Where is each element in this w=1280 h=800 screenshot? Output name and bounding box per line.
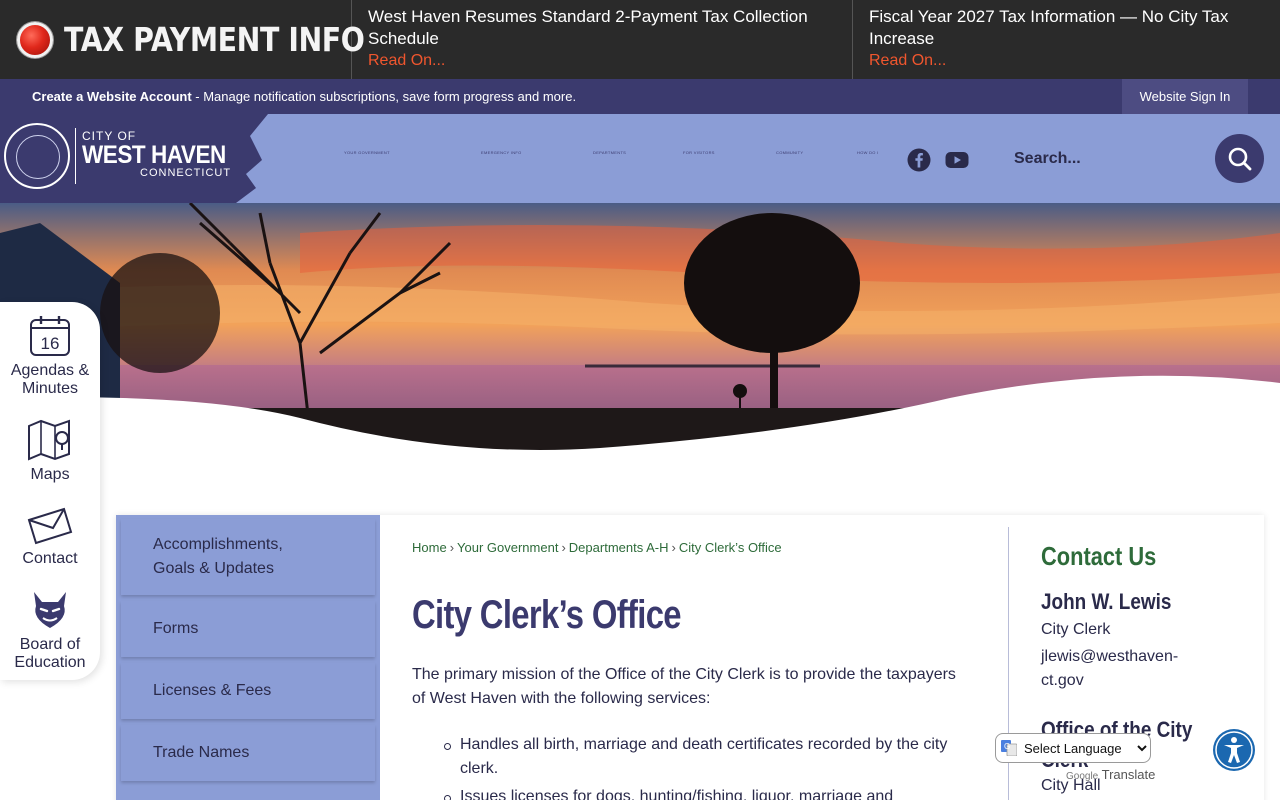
breadcrumb-current-page[interactable]: City Clerk’s Office xyxy=(679,540,782,555)
account-description: - Manage notification subscriptions, sav… xyxy=(191,89,577,104)
nav-how-do-i[interactable]: HOW DO I xyxy=(857,150,879,155)
account-message: Create a Website Account - Manage notifi… xyxy=(32,89,576,104)
language-select[interactable]: Select Language xyxy=(1020,739,1150,757)
nav-community[interactable]: COMMUNITY xyxy=(776,150,803,155)
breadcrumb-separator: › xyxy=(671,540,676,555)
account-bar: Create a Website Account - Manage notifi… xyxy=(0,79,1280,114)
svg-text:G: G xyxy=(1004,742,1010,751)
alert-read-on-link[interactable]: Read On... xyxy=(368,52,836,70)
services-list: Handles all birth, marriage and death ce… xyxy=(444,733,980,800)
nav-for-visitors[interactable]: FOR VISITORS xyxy=(683,150,715,155)
nav-departments[interactable]: DEPARTMENTS xyxy=(593,150,626,155)
city-seal-icon xyxy=(4,123,70,189)
contact-email-link[interactable]: jlewis@westhaven-ct.gov xyxy=(1041,645,1211,693)
alert-item-text: West Haven Resumes Standard 2-Payment Ta… xyxy=(368,7,808,48)
sidenav-item-forms[interactable]: Forms xyxy=(121,601,375,657)
quicklink-label: Board of Education xyxy=(14,636,86,671)
quicklink-contact[interactable]: Contact xyxy=(0,506,100,568)
alert-item[interactable]: West Haven Resumes Standard 2-Payment Ta… xyxy=(352,0,853,79)
translate-powered-by: Google Translate xyxy=(1066,767,1155,782)
services-list-item: Issues licenses for dogs, hunting/fishin… xyxy=(444,785,980,800)
breadcrumb: Home › Your Government › Departments A-H › Cit… xyxy=(412,540,782,555)
quick-links-panel: 16 Agendas & Minutes Maps Contact Board … xyxy=(0,302,100,680)
sidenav-item-label: Forms xyxy=(153,620,199,637)
accessibility-button[interactable] xyxy=(1212,728,1256,772)
quicklink-label: Contact xyxy=(22,550,78,567)
page-title: City Clerk’s Office xyxy=(412,593,682,637)
sidenav-item-accomplishments[interactable]: Accomplishments, Goals & Updates xyxy=(121,519,375,595)
alert-read-on-link[interactable]: Read On... xyxy=(869,52,1264,70)
breadcrumb-separator: › xyxy=(449,540,455,555)
calendar-day-number: 16 xyxy=(41,334,60,353)
quicklink-agendas-minutes[interactable]: 16 Agendas & Minutes xyxy=(0,314,100,398)
quicklink-board-of-education[interactable]: Board of Education xyxy=(0,588,100,672)
quicklink-label: Maps xyxy=(30,466,70,483)
city-logo[interactable]: CITY OF WEST HAVEN CONNECTICUT xyxy=(0,114,270,203)
map-icon xyxy=(28,419,70,461)
page-intro: The primary mission of the Office of the… xyxy=(412,666,956,707)
envelope-icon xyxy=(27,507,73,545)
contact-name: John W. Lewis xyxy=(1041,589,1172,614)
sidenav-item-trade-names[interactable]: Trade Names xyxy=(121,725,375,781)
alert-item-text: Fiscal Year 2027 Tax Information — No Ci… xyxy=(869,7,1229,48)
google-translate-widget: G Select Language xyxy=(995,733,1151,763)
quicklink-maps[interactable]: Maps xyxy=(0,418,100,484)
search-icon xyxy=(1228,147,1251,170)
sidenav-item-label: Accomplishments, Goals & Updates xyxy=(153,536,283,577)
google-translate-icon: G xyxy=(1001,740,1017,756)
quicklink-label: Agendas & Minutes xyxy=(10,362,90,397)
google-wordmark: Google xyxy=(1066,771,1099,782)
sidenav-item-licenses-fees[interactable]: Licenses & Fees xyxy=(121,663,375,719)
calendar-icon: 16 xyxy=(30,316,70,356)
accessibility-icon xyxy=(1213,729,1255,771)
search-input[interactable] xyxy=(1002,144,1202,174)
breadcrumb-departments[interactable]: Departments A-H xyxy=(569,540,669,555)
facebook-icon[interactable] xyxy=(907,148,931,172)
alert-title: TAX PAYMENT INFO xyxy=(64,20,365,59)
alert-dot-icon xyxy=(17,21,53,58)
breadcrumb-home[interactable]: Home xyxy=(412,540,447,555)
logo-divider xyxy=(75,128,76,184)
breadcrumb-separator: › xyxy=(561,540,566,555)
logo-city-name: WEST HAVEN xyxy=(82,141,226,169)
hero-sunset-image xyxy=(0,203,1280,473)
site-header: CITY OF WEST HAVEN CONNECTICUT YOUR GOVE… xyxy=(0,114,1280,203)
nav-emergency-info[interactable]: EMERGENCY INFO xyxy=(481,150,522,155)
search-button[interactable] xyxy=(1215,134,1264,183)
hero-banner xyxy=(0,203,1280,473)
alert-item[interactable]: Fiscal Year 2027 Tax Information — No Ci… xyxy=(853,0,1280,79)
website-sign-in-button[interactable]: Website Sign In xyxy=(1122,79,1248,114)
youtube-icon[interactable] xyxy=(945,148,969,172)
sidenav-item-label: Trade Names xyxy=(153,744,250,761)
alert-bar: TAX PAYMENT INFO West Haven Resumes Stan… xyxy=(0,0,1280,79)
contact-role: City Clerk xyxy=(1041,621,1111,638)
services-list-item: Handles all birth, marriage and death ce… xyxy=(444,733,980,781)
nav-your-government[interactable]: YOUR GOVERNMENT xyxy=(344,150,390,155)
create-account-link[interactable]: Create a Website Account xyxy=(32,89,192,104)
translate-wordmark: Translate xyxy=(1101,767,1156,782)
contact-us-heading: Contact Us xyxy=(1041,541,1157,571)
breadcrumb-your-government[interactable]: Your Government xyxy=(457,540,558,555)
alert-label[interactable]: TAX PAYMENT INFO xyxy=(0,0,365,79)
sidenav-item-label: Licenses & Fees xyxy=(153,682,272,699)
logo-state: CONNECTICUT xyxy=(140,167,232,179)
devil-mascot-icon xyxy=(34,592,66,628)
section-sidenav: Accomplishments, Goals & Updates Forms L… xyxy=(116,515,380,800)
